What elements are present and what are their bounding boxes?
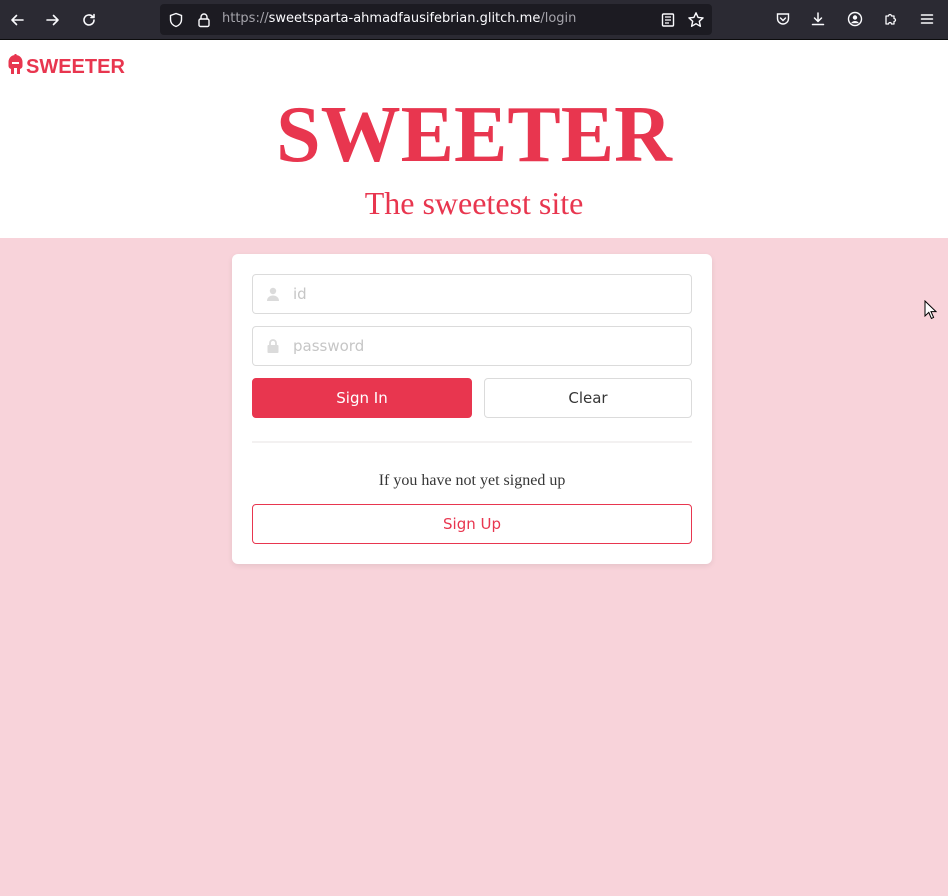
page-title: SWEETER xyxy=(276,91,672,179)
password-input[interactable] xyxy=(253,327,691,365)
clear-button[interactable]: Clear xyxy=(484,378,692,418)
bookmark-star-icon[interactable] xyxy=(687,11,705,29)
mouse-cursor-icon xyxy=(924,300,938,320)
page-header: SWEETER SWEETER The sweetest site xyxy=(0,40,948,238)
spartan-helmet-icon xyxy=(7,54,24,81)
menu-icon[interactable] xyxy=(916,8,938,30)
id-input[interactable] xyxy=(253,275,691,313)
url-path: /login xyxy=(540,11,577,26)
sign-up-button[interactable]: Sign Up xyxy=(252,504,692,544)
pocket-icon[interactable] xyxy=(772,8,794,30)
download-icon[interactable] xyxy=(807,8,829,30)
shield-icon[interactable] xyxy=(167,11,185,29)
id-field xyxy=(252,274,692,314)
account-icon[interactable] xyxy=(844,8,866,30)
reload-icon[interactable] xyxy=(77,8,101,32)
url-scheme: https:// xyxy=(222,11,269,26)
signup-hint: If you have not yet signed up xyxy=(378,472,566,489)
url-bar[interactable]: https://sweetsparta-ahmadfausifebrian.gl… xyxy=(160,4,712,35)
logo[interactable]: SWEETER xyxy=(7,54,125,81)
logo-text: SWEETER xyxy=(26,56,125,78)
lock-icon[interactable] xyxy=(195,11,213,29)
browser-toolbar: https://sweetsparta-ahmadfausifebrian.gl… xyxy=(0,0,948,40)
reader-mode-icon[interactable] xyxy=(659,11,677,29)
password-field xyxy=(252,326,692,366)
url-text[interactable]: https://sweetsparta-ahmadfausifebrian.gl… xyxy=(222,11,576,26)
sign-in-button[interactable]: Sign In xyxy=(252,378,472,418)
login-card: Sign In Clear If you have not yet signed… xyxy=(232,254,712,564)
forward-icon[interactable] xyxy=(41,8,65,32)
url-host: sweetsparta-ahmadfausifebrian.glitch.me xyxy=(268,11,541,26)
extensions-icon[interactable] xyxy=(880,8,902,30)
back-icon[interactable] xyxy=(5,8,29,32)
divider xyxy=(252,441,692,443)
page-subtitle: The sweetest site xyxy=(364,185,584,221)
